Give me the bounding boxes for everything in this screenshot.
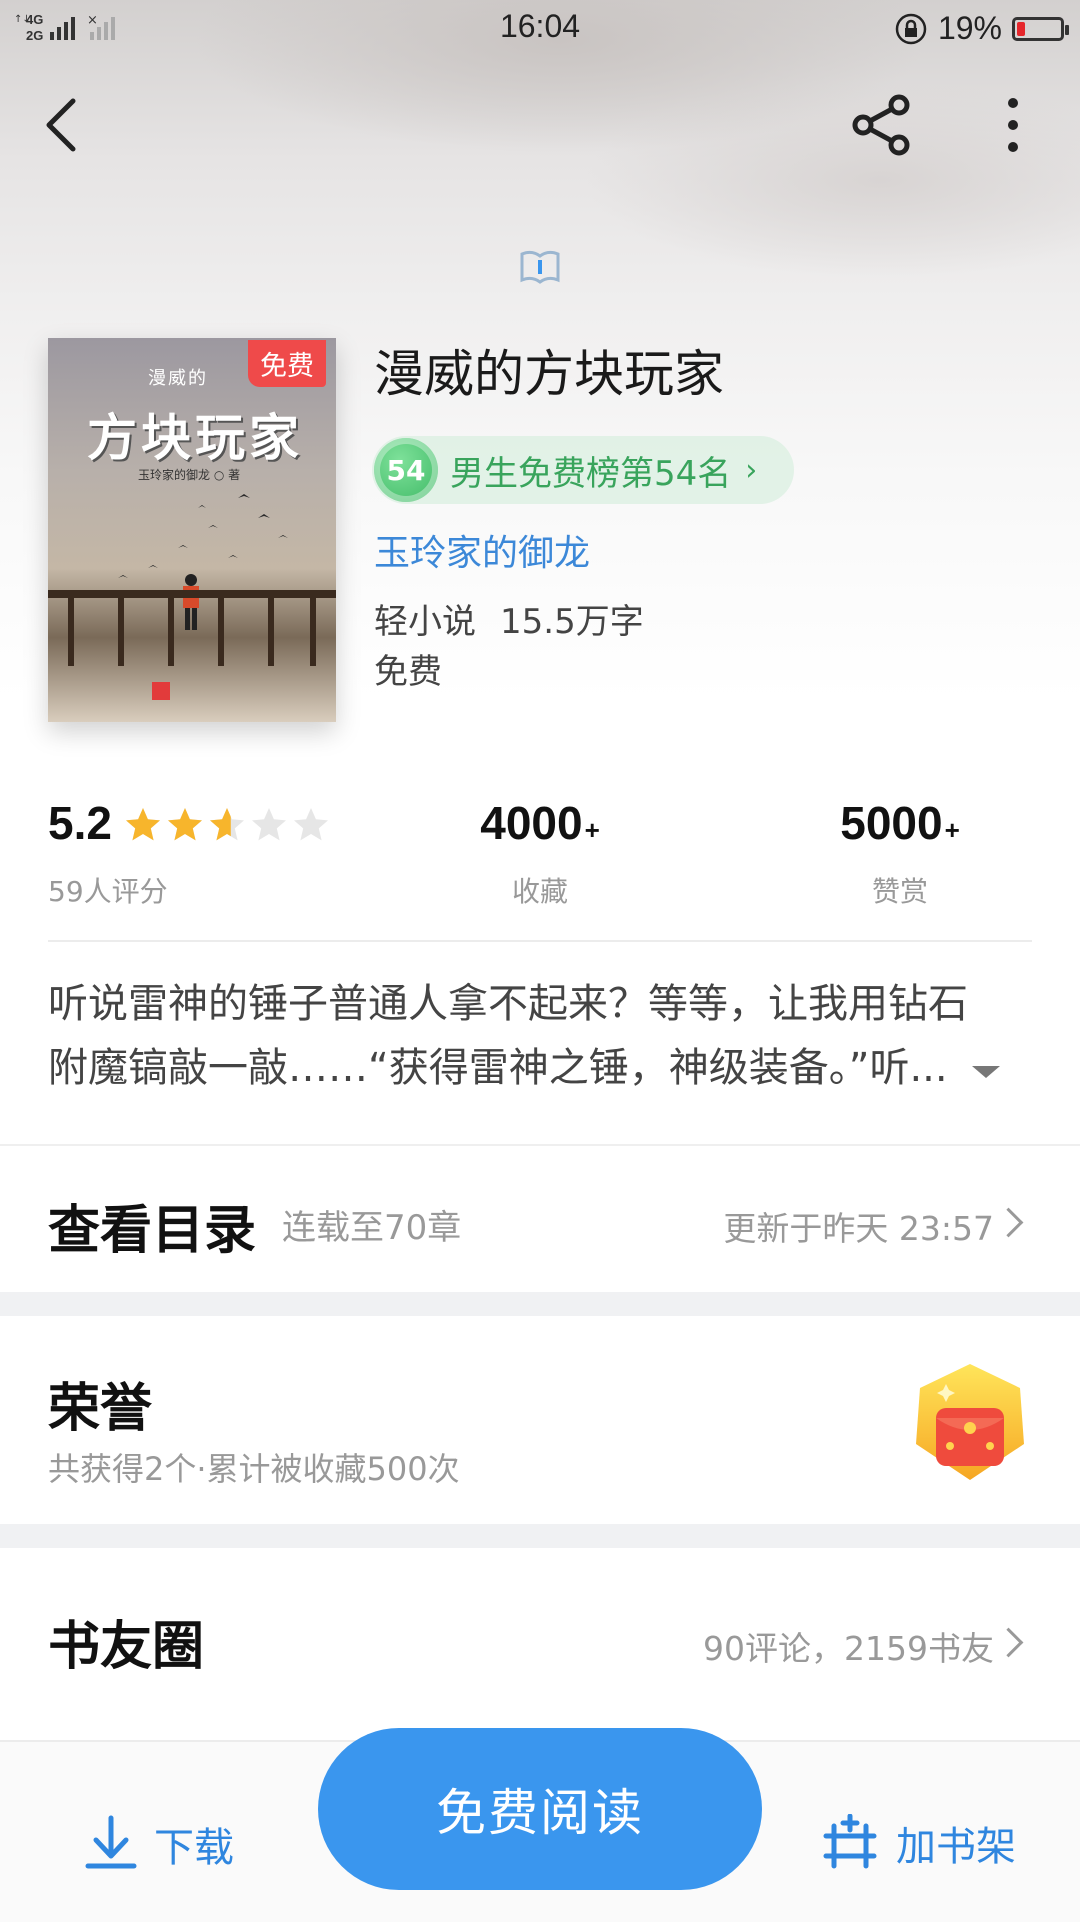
more-button[interactable] (968, 80, 1058, 170)
chevron-right-icon (993, 1207, 1024, 1238)
free-read-button[interactable]: 免费阅读 (318, 1728, 762, 1890)
rotation-lock-icon (895, 13, 927, 44)
rewards-label: 赞赏 (871, 875, 928, 908)
publisher-logo (152, 682, 170, 700)
book-category: 轻小说 (374, 602, 476, 642)
author-link[interactable]: 玉玲家的御龙 (374, 524, 590, 576)
catalog-progress: 连载至70章 (282, 1208, 462, 1248)
book-intro[interactable]: 听说雷神的锤子普通人拿不起来？等等，让我用钻石 附魔镐敲一敲……“获得雷神之锤，… (48, 972, 1038, 1100)
book-price: 免费 (374, 652, 442, 692)
top-nav (0, 80, 1080, 170)
add-shelf-label: 加书架 (896, 1824, 1016, 1870)
chevron-right-icon: › (745, 452, 758, 488)
add-shelf-icon (823, 1814, 877, 1869)
book-open-icon (520, 250, 560, 284)
rating-count: 59人评分 (48, 875, 168, 908)
rank-label: 男生免费榜第54名 (450, 453, 732, 494)
back-arrow-icon (46, 98, 76, 152)
star-full-icon (126, 808, 160, 841)
rank-number-badge: 54 (374, 438, 438, 502)
back-button[interactable] (16, 80, 106, 170)
rating-score: 5.2 (48, 797, 112, 849)
section-separator (0, 1292, 1080, 1316)
honor-subtitle: 共获得2个·累计被收藏500次 (48, 1450, 460, 1488)
stats-row: 5.2 59人评分 4000+ 收藏 5000+ 赞赏 (0, 792, 1080, 912)
community-title: 书友圈 (48, 1616, 205, 1677)
battery-icon (1012, 16, 1069, 41)
favorites-suffix: + (584, 815, 600, 845)
intro-line-1: 听说雷神的锤子普通人拿不起来？等等，让我用钻石 (48, 981, 968, 1027)
rank-chip[interactable]: 54 男生免费榜第54名 › (372, 436, 794, 504)
catalog-row[interactable]: 查看目录 连载至70章 更新于昨天 23:57 (0, 1146, 1080, 1292)
battery-level (1017, 21, 1025, 36)
divider (48, 940, 1032, 942)
rating-stars (124, 806, 330, 844)
favorites-stat: 4000+ 收藏 (440, 796, 640, 910)
share-button[interactable] (838, 80, 928, 170)
battery-percent: 19% (937, 10, 1002, 46)
cover-title: 方块玩家 (87, 408, 303, 467)
status-bar: 4G 2G ↑↓ × 16:04 19% (0, 0, 1080, 56)
share-icon (852, 94, 910, 156)
honor-title: 荣誉 (48, 1378, 153, 1439)
red-envelope-badge-icon (916, 1364, 1024, 1480)
star-empty-icon (252, 808, 286, 841)
download-icon (85, 1815, 137, 1869)
rewards-suffix: + (944, 815, 960, 845)
book-title: 漫威的方块玩家 (374, 345, 724, 403)
star-half-icon (210, 808, 244, 841)
free-badge: 免费 (248, 340, 326, 387)
download-label: 下载 (154, 1825, 234, 1871)
rewards-stat[interactable]: 5000+ 赞赏 (800, 796, 1000, 910)
book-meta: 轻小说 15.5万字 (374, 594, 644, 643)
star-empty-icon (294, 808, 328, 841)
more-vertical-icon (1008, 98, 1018, 152)
star-full-icon (168, 808, 202, 841)
favorites-label: 收藏 (511, 875, 568, 908)
catalog-title: 查看目录 (48, 1200, 257, 1261)
intro-line-2: 附魔镐敲一敲……“获得雷神之锤，神级装备。”听... (48, 1045, 948, 1091)
download-button[interactable]: 下载 (84, 1814, 234, 1874)
community-stats: 90评论，2159书友 (703, 1629, 994, 1668)
word-count: 15.5万字 (500, 602, 644, 642)
cover-subtitle: 漫威的 (148, 368, 208, 389)
add-to-shelf-button[interactable]: 加书架 (820, 1814, 1016, 1872)
section-separator (0, 1524, 1080, 1548)
catalog-updated: 更新于昨天 23:57 (723, 1209, 994, 1248)
expand-down-icon[interactable] (972, 1066, 1000, 1078)
community-row[interactable]: 书友圈 90评论，2159书友 (0, 1548, 1080, 1728)
book-cover[interactable]: 免费 漫威的 方块玩家 玉玲家的御龙 ○ 著 (48, 338, 336, 722)
rewards-value: 5000 (840, 797, 943, 849)
chevron-right-icon (993, 1627, 1024, 1658)
favorites-value: 4000 (480, 797, 583, 849)
cover-bridge-illustration (48, 590, 336, 666)
